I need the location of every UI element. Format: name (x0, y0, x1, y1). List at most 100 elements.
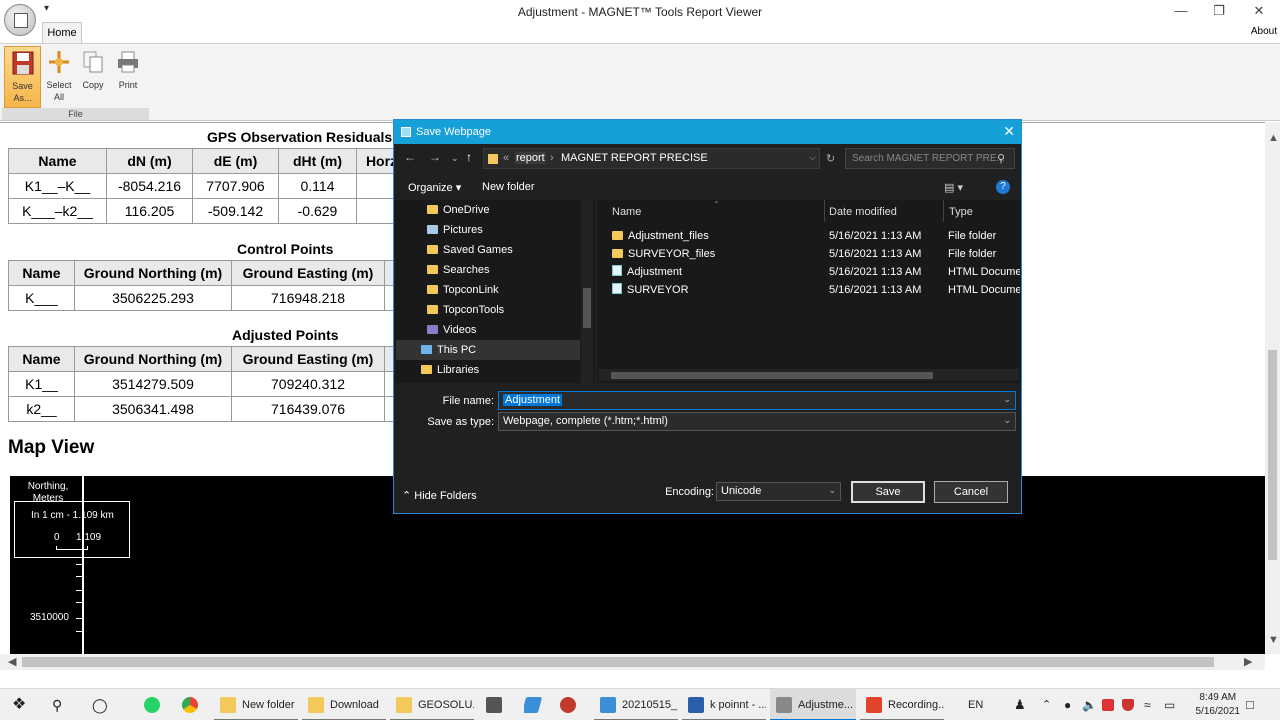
file-row-adjustment[interactable]: Adjustment 5/16/2021 1:13 AM HTML Docume… (612, 263, 1020, 281)
folder-icon (220, 697, 236, 714)
column-header-date-modified[interactable]: Date modified (829, 206, 897, 218)
column-separator[interactable] (943, 200, 944, 222)
file-row-surveyor-files[interactable]: SURVEYOR_files 5/16/2021 1:13 AM File fo… (612, 245, 1020, 263)
breadcrumb-report[interactable]: report (515, 152, 546, 164)
tab-home[interactable]: Home (42, 22, 82, 44)
clock-time: 8:49 AM (1199, 692, 1237, 703)
calculator-icon[interactable] (486, 689, 508, 720)
forward-arrow-icon[interactable]: → (429, 150, 441, 164)
up-arrow-icon[interactable]: ↑ (466, 150, 472, 164)
app-icon[interactable] (560, 689, 582, 720)
scroll-right-icon[interactable]: ▶ (1244, 655, 1252, 668)
nav-item-pictures[interactable]: Pictures (427, 220, 483, 240)
address-overflow[interactable]: « (503, 152, 509, 164)
nav-item-libraries[interactable]: Libraries (421, 360, 479, 380)
search-icon[interactable]: ⚲ (52, 689, 62, 720)
tray-app-icon[interactable] (1102, 689, 1120, 720)
pictures-icon (427, 225, 438, 234)
scroll-left-icon[interactable]: ◀ (8, 655, 16, 668)
table-cell: 3506341.498 (74, 396, 232, 422)
print-button[interactable]: Print (113, 46, 143, 108)
save-button[interactable]: Save (851, 481, 925, 503)
nav-item-searches[interactable]: Searches (427, 260, 489, 280)
column-header-name[interactable]: Name (612, 206, 641, 218)
task-view-icon[interactable]: ◯ (92, 689, 108, 720)
scroll-down-icon[interactable]: ▼ (1268, 634, 1279, 646)
chevron-down-icon[interactable]: ⌄ (1003, 394, 1011, 405)
application-menu-button[interactable] (4, 4, 36, 36)
taskbar-item-adjustment[interactable]: Adjustme... (770, 689, 856, 720)
system-clock[interactable]: 8:49 AM 5/16/2021 (1196, 691, 1241, 719)
recent-locations-icon[interactable]: ⌄ (451, 153, 459, 164)
address-dropdown-icon[interactable]: ⌵ (809, 152, 816, 163)
copy-button[interactable]: Copy (78, 46, 108, 108)
chevron-down-icon[interactable]: ⌄ (828, 485, 836, 496)
dialog-close-icon[interactable]: ✕ (1003, 123, 1015, 140)
new-folder-button[interactable]: New folder (482, 181, 535, 193)
view-options-icon[interactable]: ▤ ▾ (944, 181, 963, 194)
taskbar-item-k-poinnt[interactable]: k poinnt - ... (682, 689, 766, 720)
column-header-type[interactable]: Type (949, 206, 973, 218)
taskbar-item-download[interactable]: Download (302, 689, 386, 720)
help-icon[interactable]: ? (996, 180, 1010, 194)
taskbar-item-new-folder[interactable]: New folder (214, 689, 298, 720)
vertical-scrollbar[interactable]: ▲ ▼ (1265, 122, 1280, 654)
close-button[interactable]: ✕ (1240, 0, 1278, 22)
nav-item-this-pc[interactable]: This PC (396, 340, 580, 360)
refresh-icon[interactable]: ↻ (826, 152, 835, 165)
axis-tick (76, 564, 82, 565)
notifications-icon[interactable]: □ (1246, 689, 1254, 720)
search-input[interactable]: Search MAGNET REPORT PRE... (845, 148, 1015, 169)
taskbar-item-20210515[interactable]: 20210515_... (594, 689, 678, 720)
file-name-input[interactable]: Adjustment ⌄ (498, 391, 1016, 410)
select-all-label: Select All (46, 80, 72, 102)
nav-item-saved-games[interactable]: Saved Games (427, 240, 513, 260)
windows-start-icon[interactable]: ❖ (12, 689, 26, 720)
file-row-adjustment-files[interactable]: Adjustment_files 5/16/2021 1:13 AM File … (612, 227, 1020, 245)
back-arrow-icon[interactable]: ← (404, 150, 416, 164)
app-icon[interactable] (524, 689, 546, 720)
organize-button[interactable]: Organize ▾ (408, 181, 461, 194)
wifi-icon[interactable]: ≈ (1144, 689, 1151, 720)
nav-scrollbar[interactable] (581, 200, 593, 383)
minimize-button[interactable]: — (1162, 0, 1200, 22)
people-icon[interactable]: ♟ (1014, 689, 1026, 720)
show-hidden-icons[interactable]: ⌃ (1042, 689, 1051, 720)
chrome-icon[interactable] (182, 689, 204, 720)
taskbar-item-geosolu[interactable]: GEOSOLU... (390, 689, 474, 720)
maximize-button[interactable]: ❐ (1200, 0, 1238, 22)
volume-icon[interactable]: 🔈 (1082, 689, 1097, 720)
file-list-hscrollbar[interactable] (599, 369, 1019, 381)
axis-tick (76, 590, 82, 591)
about-link[interactable]: About (1251, 26, 1277, 37)
vertical-scroll-thumb[interactable] (1268, 350, 1277, 560)
horizontal-scrollbar[interactable]: ◀ ▶ (0, 654, 1265, 670)
hide-folders-button[interactable]: ⌃ Hide Folders (402, 489, 477, 502)
nav-item-topconlink[interactable]: TopconLink (427, 280, 499, 300)
cancel-button[interactable]: Cancel (934, 481, 1008, 503)
column-separator[interactable] (824, 200, 825, 222)
file-list-scroll-thumb[interactable] (611, 372, 933, 379)
encoding-select[interactable]: Unicode ⌄ (716, 482, 841, 501)
nav-item-onedrive[interactable]: OneDrive (427, 200, 489, 220)
microphone-icon[interactable]: ● (1064, 689, 1071, 720)
horizontal-scroll-thumb[interactable] (22, 657, 1214, 667)
nav-item-topcontools[interactable]: TopconTools (427, 300, 504, 320)
scroll-up-icon[interactable]: ▲ (1268, 132, 1279, 144)
security-icon[interactable] (1122, 689, 1140, 720)
taskbar-item-recording[interactable]: Recording... (860, 689, 944, 720)
chevron-down-icon[interactable]: ⌄ (1003, 415, 1011, 426)
map-scale-box: In 1 cm - 1.109 km 0 1.109 (14, 501, 130, 558)
language-indicator[interactable]: EN (968, 689, 983, 720)
whatsapp-icon[interactable] (144, 689, 166, 720)
nav-item-videos[interactable]: Videos (427, 320, 476, 340)
file-row-surveyor[interactable]: SURVEYOR 5/16/2021 1:13 AM HTML Document (612, 281, 1020, 299)
save-as-button[interactable]: Save As... (4, 46, 41, 108)
battery-icon[interactable]: ▭ (1164, 689, 1175, 720)
nav-scroll-thumb[interactable] (583, 288, 591, 328)
select-all-button[interactable]: Select All (44, 46, 74, 108)
save-as-type-select[interactable]: Webpage, complete (*.htm;*.html) ⌄ (498, 412, 1016, 431)
address-bar[interactable]: « report › MAGNET REPORT PRECISE › ⌵ ↻ (483, 148, 835, 169)
save-webpage-dialog: Save Webpage ✕ ← → ⌄ ↑ « report › MAGNET… (393, 119, 1022, 514)
videos-icon (427, 325, 438, 334)
